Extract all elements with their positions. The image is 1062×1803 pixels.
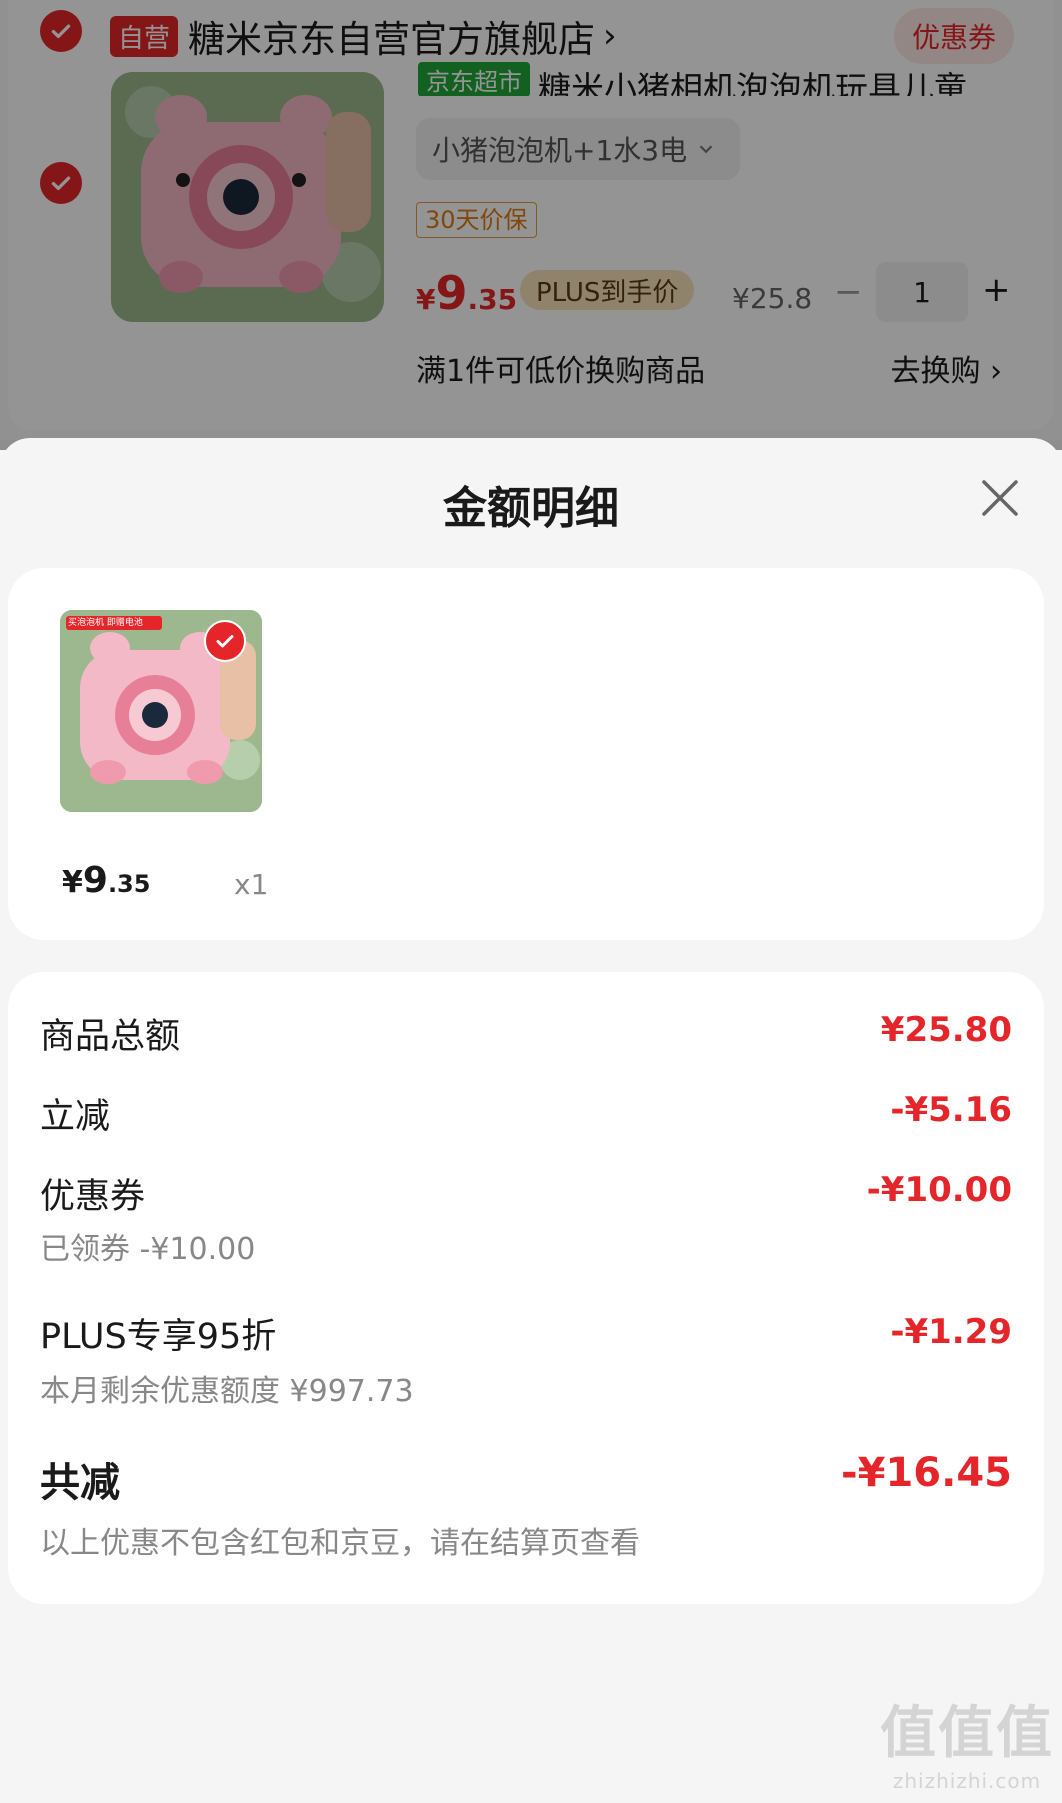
row-sub-plus-quota: 本月剩余优惠额度 ¥997.73 (40, 1374, 414, 1409)
cart-background: 自营 糖米京东自营官方旗舰店 › 优惠券 京东超市 糖米小猪相机泡泡机玩具儿童 … (0, 0, 1062, 450)
item-selected-badge (204, 620, 246, 662)
watermark-logo: 值值值 (880, 1701, 1054, 1766)
total-discount-note: 以上优惠不包含红包和京豆，请在结算页查看 (40, 1526, 640, 1561)
item-price: ¥9.35 (62, 860, 150, 901)
sheet-title: 金额明细 (443, 483, 619, 534)
watermark-url: zhizhizhi.com (892, 1769, 1042, 1793)
item-quantity: x1 (234, 868, 269, 901)
row-value-plus-discount: -¥1.29 (890, 1312, 1012, 1352)
total-discount-value: -¥16.45 (841, 1450, 1012, 1496)
items-card: 买泡泡机 即赠电池 ¥9.35 x1 (8, 568, 1044, 940)
item-price-currency: ¥ (62, 865, 83, 900)
row-label-coupon: 优惠券 (40, 1177, 146, 1217)
row-value-coupon: -¥10.00 (866, 1170, 1012, 1210)
checkmark-icon (216, 635, 234, 648)
close-icon[interactable] (976, 474, 1024, 522)
item-price-integer: 9 (82, 860, 108, 901)
row-value-instant-discount: -¥5.16 (890, 1090, 1012, 1130)
modal-overlay[interactable] (0, 0, 1062, 450)
thumb-banner-text: 买泡泡机 即赠电池 (68, 618, 143, 628)
item-price-decimal: .35 (107, 870, 151, 898)
row-label-subtotal: 商品总额 (40, 1017, 181, 1057)
row-sub-coupon: 已领券 -¥10.00 (40, 1232, 256, 1267)
row-value-subtotal: ¥25.80 (880, 1010, 1012, 1050)
row-label-instant-discount: 立减 (40, 1097, 111, 1137)
site-watermark: 值值值 zhizhizhi.com (880, 1688, 1054, 1793)
amount-breakdown-card: 商品总额 ¥25.80 立减 -¥5.16 优惠券 -¥10.00 已领券 -¥… (8, 972, 1044, 1604)
row-label-plus-discount: PLUS专享95折 (40, 1317, 277, 1357)
total-discount-label: 共减 (40, 1460, 120, 1506)
amount-detail-sheet: 金额明细 买泡泡机 即赠电池 ¥9.35 x1 商品总额 ¥25.80 立减 -… (0, 438, 1062, 1803)
